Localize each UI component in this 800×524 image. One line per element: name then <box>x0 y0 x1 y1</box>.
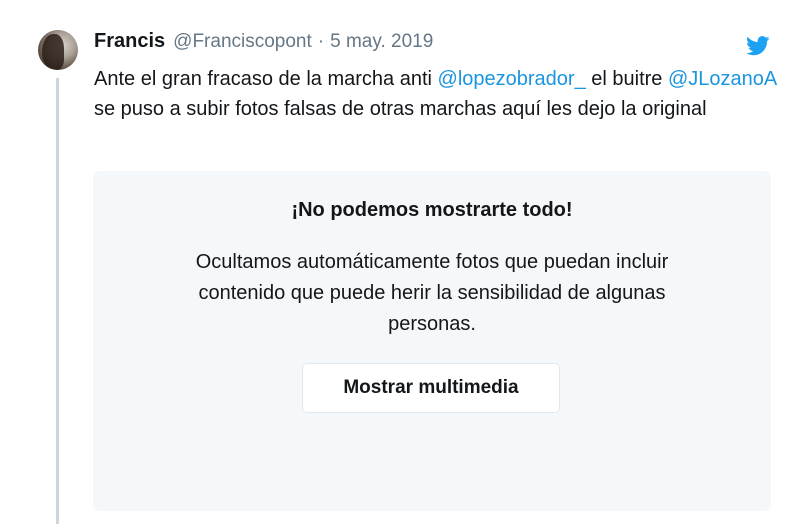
tweet-date[interactable]: 5 may. 2019 <box>330 31 433 53</box>
sensitive-media-message: Ocultamos automáticamente fotos que pued… <box>195 251 669 335</box>
mention-link[interactable]: @lopezobrador_ <box>438 68 586 90</box>
tweet: Francis @Franciscopont · 5 may. 2019 Ant… <box>0 0 800 524</box>
author-handle[interactable]: @Franciscopont <box>173 31 312 53</box>
separator-dot: · <box>317 31 325 52</box>
sensitive-media-title: ¡No podemos mostrarte todo! <box>291 199 573 221</box>
avatar-image <box>42 34 64 70</box>
author-name[interactable]: Francis <box>94 30 165 53</box>
tweet-text: Ante el gran fracaso de la marcha anti @… <box>94 64 784 124</box>
thread-line <box>56 78 59 524</box>
mention-link[interactable]: @JLozanoA <box>668 68 776 90</box>
twitter-bird-icon[interactable] <box>746 36 770 56</box>
tweet-header: Francis @Franciscopont · 5 may. 2019 <box>94 30 433 56</box>
tweet-text-part: se puso a subir fotos falsas de otras ma… <box>94 98 707 120</box>
tweet-text-part: Ante el gran fracaso de la marcha anti <box>94 68 438 90</box>
avatar[interactable] <box>38 30 78 70</box>
sensitive-media-card: ¡No podemos mostrarte todo! Ocultamos au… <box>93 171 771 511</box>
tweet-text-part: el buitre <box>585 68 668 90</box>
show-media-button[interactable]: Mostrar multimedia <box>302 363 560 413</box>
